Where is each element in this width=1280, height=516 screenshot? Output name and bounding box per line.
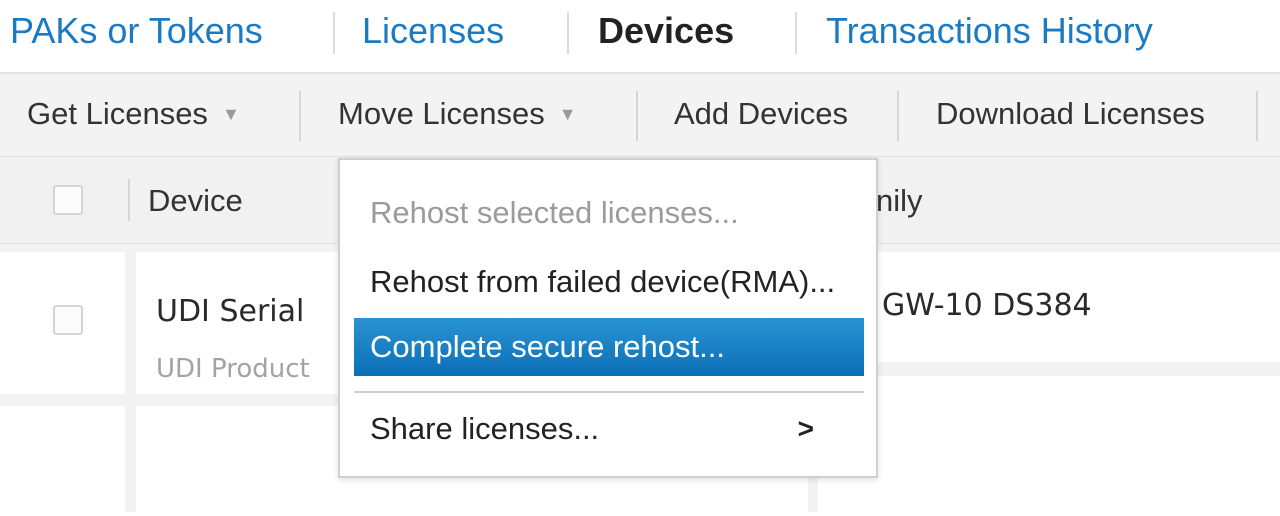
tab-transactions-history[interactable]: Transactions History [826,9,1153,53]
menu-item-share-licenses[interactable]: Share licenses... > [354,400,864,458]
menu-item-rehost-failed-device[interactable]: Rehost from failed device(RMA)... [354,253,864,311]
column-divider [128,179,130,221]
download-licenses-button[interactable]: Download Licenses [936,94,1205,134]
menu-item-complete-secure-rehost[interactable]: Complete secure rehost... [354,318,864,376]
tab-devices[interactable]: Devices [598,9,734,53]
caret-down-icon: ▼ [558,104,577,124]
tab-paks-or-tokens[interactable]: PAKs or Tokens [10,9,263,53]
toolbar-divider [897,91,899,141]
device-family: GW-10 DS384 [882,288,1092,323]
action-toolbar: Get Licenses ▼ Move Licenses ▼ Add Devices… [0,74,1280,157]
get-licenses-label: Get Licenses [27,96,208,131]
caret-down-icon: ▼ [221,104,240,124]
menu-item-rehost-selected: Rehost selected licenses... [370,195,739,230]
row-checkbox-cell [0,406,125,516]
family-cell: GW-10 DS384 [818,252,1280,362]
chevron-right-icon: > [797,413,814,444]
tab-divider [795,12,797,54]
toolbar-divider [636,91,638,141]
row-checkbox[interactable] [53,305,83,335]
tab-licenses[interactable]: Licenses [362,9,504,53]
column-header-family[interactable]: nily [876,181,923,221]
toolbar-divider [299,91,301,141]
move-licenses-menu: Rehost selected licenses... Rehost from … [338,158,878,478]
device-product: UDI Product [156,354,310,384]
move-licenses-button[interactable]: Move Licenses ▼ [338,94,577,138]
menu-divider [354,391,864,393]
column-header-device[interactable]: Device [148,181,243,221]
row-checkbox-cell [0,252,125,394]
tab-divider [567,12,569,54]
share-licenses-label: Share licenses... [370,411,600,446]
add-devices-button[interactable]: Add Devices [674,94,848,134]
move-licenses-label: Move Licenses [338,96,545,131]
toolbar-divider [1256,91,1258,141]
get-licenses-button[interactable]: Get Licenses ▼ [27,94,240,138]
device-serial: UDI Serial [156,294,305,329]
select-all-checkbox[interactable] [53,185,83,215]
top-tab-bar: PAKs or Tokens Licenses Devices Transact… [0,0,1280,74]
tab-divider [333,12,335,54]
family-cell [818,376,1280,516]
